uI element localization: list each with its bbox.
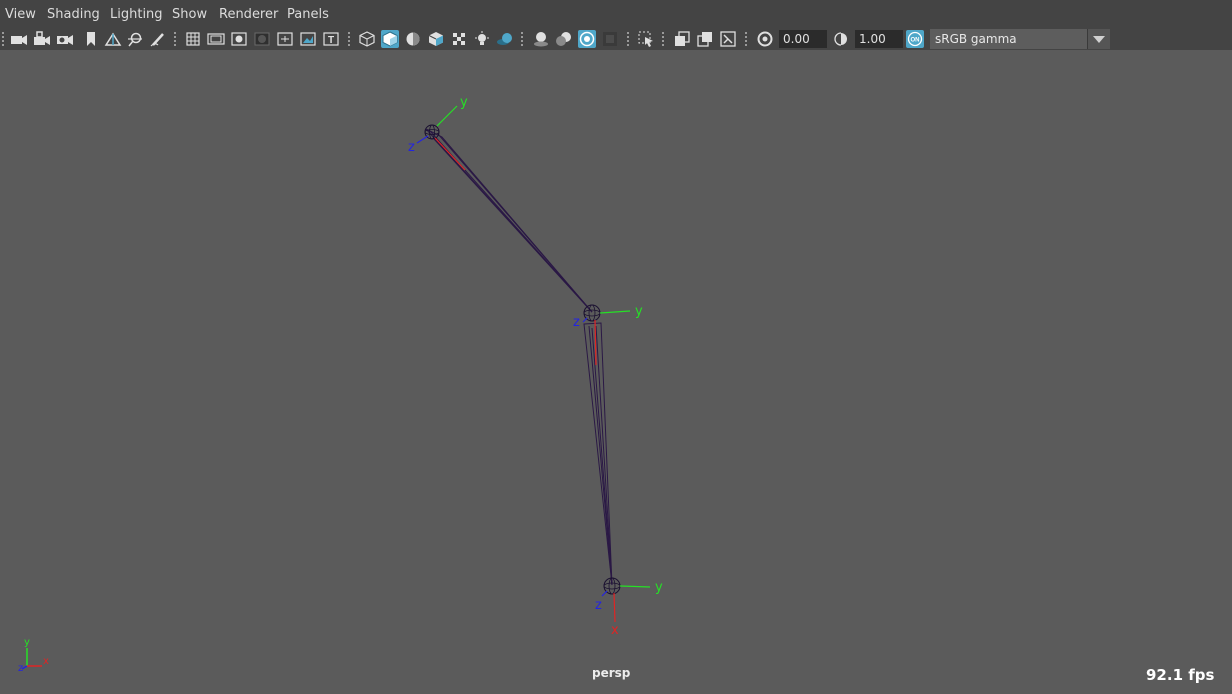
chevron-down-icon[interactable] — [1087, 29, 1110, 49]
use-all-lights-icon[interactable] — [473, 30, 491, 48]
joint-3-y-label: y — [655, 580, 663, 595]
joint-3-z-axis — [601, 590, 608, 597]
exposure-icon[interactable] — [756, 30, 774, 48]
default-material-icon[interactable] — [404, 30, 422, 48]
bookmark-icon[interactable] — [82, 30, 100, 48]
field-chart-icon[interactable] — [276, 30, 294, 48]
joint-2-z-label: z — [573, 315, 580, 330]
fps-readout: 92.1 fps — [1146, 666, 1215, 684]
toolbar-separator — [2, 32, 4, 46]
view-axis-indicator: y x z — [18, 637, 49, 674]
gamma-icon[interactable] — [832, 30, 850, 48]
depth-of-field-icon[interactable] — [601, 30, 619, 48]
joint-3[interactable]: y x z — [595, 577, 663, 638]
toolbar-separator — [348, 32, 350, 46]
toolbar-separator — [662, 32, 664, 46]
safe-action-icon[interactable] — [299, 30, 317, 48]
menu-renderer[interactable]: Renderer — [219, 7, 278, 22]
image-plane-icon[interactable] — [104, 30, 122, 48]
joint-2-y-label: y — [635, 304, 643, 319]
gate-mask-icon[interactable] — [253, 30, 271, 48]
menu-panels[interactable]: Panels — [287, 7, 329, 22]
joint-3-z-label: z — [595, 598, 602, 613]
menu-lighting[interactable]: Lighting — [110, 7, 163, 22]
perspective-viewport[interactable]: y z y z y x z y x z persp 92.1 fps — [0, 50, 1232, 694]
view-transform-select[interactable]: sRGB gamma — [930, 29, 1110, 49]
shaded-wireframe-icon[interactable] — [427, 30, 445, 48]
gamma-field[interactable]: 1.00 — [855, 30, 903, 48]
xray-icon[interactable] — [673, 30, 691, 48]
lower-bone — [583, 322, 613, 586]
view-axis-x-label: x — [43, 656, 49, 667]
toolbar-separator — [521, 32, 523, 46]
two-d-pan-zoom-icon[interactable] — [126, 30, 144, 48]
joint-3-x-label: x — [611, 623, 619, 638]
smooth-shade-icon[interactable] — [381, 30, 399, 48]
joint-3-y-axis — [619, 585, 651, 588]
exposure-field[interactable]: 0.00 — [779, 30, 827, 48]
multisample-aa-icon[interactable] — [578, 30, 596, 48]
panel-toolbar: T 0.00 1.00 ON sRGB gamma — [0, 28, 1232, 50]
camera-attributes-icon[interactable] — [56, 30, 74, 48]
safe-title-icon[interactable]: T — [322, 30, 340, 48]
joint-2-z-axis — [582, 317, 588, 323]
grease-pencil-icon[interactable] — [149, 30, 167, 48]
menu-shading[interactable]: Shading — [47, 7, 100, 22]
viewport-scene: y z y z y x z y x z — [18, 95, 663, 674]
grid-icon[interactable] — [184, 30, 202, 48]
joint-1-y-axis — [436, 105, 458, 127]
joint-1-z-label: z — [408, 140, 415, 155]
textured-icon[interactable] — [450, 30, 468, 48]
joint-1-x-axis — [434, 137, 466, 171]
shadows-icon[interactable] — [496, 30, 514, 48]
lock-camera-icon[interactable] — [33, 30, 51, 48]
toolbar-separator — [627, 32, 629, 46]
view-transform-value: sRGB gamma — [935, 32, 1017, 46]
select-camera-icon[interactable] — [10, 30, 28, 48]
toolbar-separator — [174, 32, 176, 46]
joint-1-z-axis — [416, 135, 429, 144]
joint-1-y-label: y — [460, 95, 468, 110]
view-axis-y-label: y — [24, 637, 30, 648]
xray-joints-icon[interactable] — [719, 30, 737, 48]
resolution-gate-icon[interactable] — [230, 30, 248, 48]
film-gate-icon[interactable] — [207, 30, 225, 48]
upper-bone — [425, 128, 593, 313]
camera-name-label: persp — [592, 666, 631, 680]
view-axis-z-label: z — [18, 663, 23, 674]
xray-active-components-icon[interactable] — [696, 30, 714, 48]
svg-text:ON: ON — [911, 38, 920, 44]
screen-space-ao-icon[interactable] — [532, 30, 550, 48]
panel-menu-bar: View Shading Lighting Show Renderer Pane… — [0, 0, 1232, 28]
isolate-select-icon[interactable] — [637, 30, 655, 48]
wireframe-icon[interactable] — [358, 30, 376, 48]
svg-text:T: T — [328, 35, 334, 46]
joint-3-x-axis — [613, 592, 616, 623]
menu-show[interactable]: Show — [172, 7, 207, 22]
menu-view[interactable]: View — [5, 7, 36, 22]
motion-blur-icon[interactable] — [555, 30, 573, 48]
joint-2-y-axis — [599, 310, 631, 314]
color-management-toggle-icon[interactable]: ON — [906, 30, 924, 48]
joint-2[interactable]: y z — [573, 304, 643, 366]
toolbar-separator — [745, 32, 747, 46]
